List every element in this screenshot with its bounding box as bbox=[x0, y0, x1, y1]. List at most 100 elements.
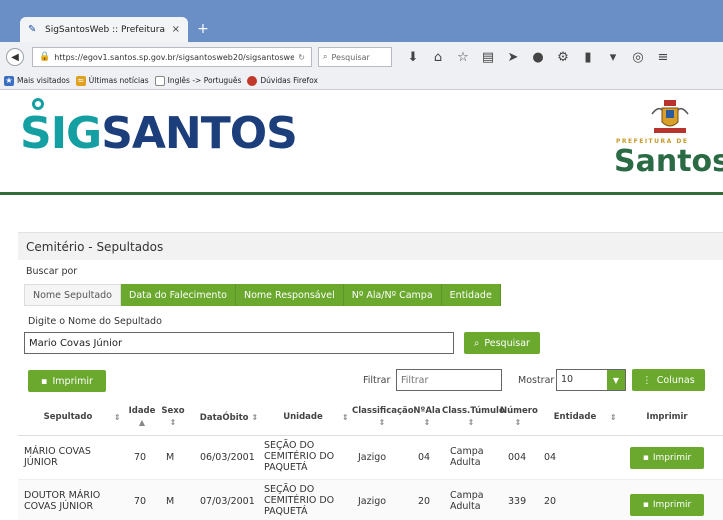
rss-icon: ≈ bbox=[75, 75, 86, 86]
santos-brand: Santos bbox=[614, 144, 723, 179]
col-imprimir: Imprimir bbox=[646, 412, 688, 422]
send-icon[interactable]: ➤ bbox=[506, 50, 520, 65]
home-icon[interactable]: ⌂ bbox=[431, 50, 445, 65]
mostrar-select[interactable]: 10 ▼ bbox=[556, 369, 626, 391]
address-bar[interactable]: 🔒 https://egov1.santos.sp.gov.br/sigsant… bbox=[32, 47, 312, 67]
col-idade[interactable]: Idade ▲ bbox=[128, 406, 156, 429]
cell-tumulo: Campa Adulta bbox=[450, 490, 484, 512]
logo-santos-text: SANTOS bbox=[101, 108, 298, 159]
row-imprimir-label: Imprimir bbox=[652, 453, 692, 463]
cell-tumulo: Campa Adulta bbox=[450, 446, 484, 468]
site-favicon-icon: ✎ bbox=[28, 24, 37, 35]
close-tab-icon[interactable]: × bbox=[172, 24, 180, 35]
sepultados-table: Sepultado ⇕ Idade ▲ Sexo ⇕ DataÓbito ⇕ Uni… bbox=[18, 400, 723, 520]
mostrar-label: Mostrar bbox=[518, 375, 555, 386]
firefox-icon bbox=[247, 75, 258, 86]
mostrar-value: 10 bbox=[561, 374, 574, 385]
bookmark-item[interactable]: Inglês -> Português bbox=[154, 75, 241, 86]
panel-title: Cemitério - Sepultados bbox=[18, 232, 723, 260]
tab-data-falecimento[interactable]: Data do Falecimento bbox=[121, 284, 236, 306]
sync-icon[interactable]: ◎ bbox=[631, 50, 645, 65]
cell-unidade: SEÇÃO DO CEMITÉRIO DO PAQUETÁ bbox=[264, 484, 335, 517]
library-icon[interactable]: ▤ bbox=[481, 50, 495, 65]
bookmark-item[interactable]: ★ Mais visitados bbox=[4, 75, 70, 86]
reload-icon[interactable]: ↻ bbox=[298, 53, 305, 62]
search-icon: ⌕ bbox=[323, 52, 328, 61]
cell-sexo: M bbox=[166, 496, 175, 507]
logo-sig-text: SIG bbox=[20, 108, 102, 159]
browser-nav-bar: ◀ 🔒 https://egov1.santos.sp.gov.br/sigsa… bbox=[0, 42, 723, 72]
col-data-obito[interactable]: DataÓbito ⇕ bbox=[194, 412, 264, 424]
cell-entidade: 20 bbox=[544, 496, 557, 507]
bookmark-label: Dúvidas Firefox bbox=[260, 76, 318, 85]
print-icon: ▪ bbox=[41, 375, 48, 387]
colunas-button[interactable]: ⋮ Colunas bbox=[632, 369, 705, 391]
tab-nome-sepultado[interactable]: Nome Sepultado bbox=[24, 284, 121, 306]
pesquisar-button[interactable]: ⌕ Pesquisar bbox=[464, 332, 540, 354]
sigsantos-logo[interactable]: SIGSANTOS bbox=[20, 108, 298, 159]
extension-icon[interactable]: ⚙ bbox=[556, 50, 570, 65]
cell-idade: 70 bbox=[134, 496, 147, 507]
cell-sexo: M bbox=[166, 452, 175, 463]
col-sepultado[interactable]: Sepultado bbox=[24, 412, 112, 423]
imprimir-label: Imprimir bbox=[52, 375, 93, 387]
browser-search-box[interactable]: ⌕ Pesquisar bbox=[318, 47, 392, 67]
city-crest-icon bbox=[651, 100, 689, 133]
lock-icon: 🔒 bbox=[39, 52, 51, 62]
row-imprimir-button[interactable]: ▪ Imprimir bbox=[630, 447, 704, 469]
toolbar-icons: ⬇ ⌂ ☆ ▤ ➤ ● ⚙ ▮ ▾ ◎ ≡ bbox=[406, 50, 670, 65]
cell-sepultado: DOUTOR MÁRIO COVAS JÚNIOR bbox=[24, 490, 101, 512]
cell-sepultado: MÁRIO COVAS JÚNIOR bbox=[24, 446, 91, 468]
clipboard-icon[interactable]: ▮ bbox=[581, 50, 595, 65]
new-tab-button[interactable]: + bbox=[194, 20, 212, 38]
sort-icon[interactable]: ⇕ bbox=[114, 412, 121, 423]
cell-data: 06/03/2001 bbox=[200, 452, 255, 463]
col-entidade[interactable]: Entidade bbox=[550, 412, 600, 423]
col-numero[interactable]: Número ⇕ bbox=[500, 406, 538, 429]
bookmark-item[interactable]: ≈ Últimas notícias bbox=[75, 75, 149, 86]
col-unidade[interactable]: Unidade bbox=[268, 412, 338, 423]
imprimir-button[interactable]: ▪ Imprimir bbox=[28, 370, 106, 392]
download-icon[interactable]: ⬇ bbox=[406, 50, 420, 65]
dropdown-icon[interactable]: ▾ bbox=[606, 50, 620, 65]
sort-icon[interactable]: ⇕ bbox=[342, 412, 349, 423]
table-row: MÁRIO COVAS JÚNIOR 70 M 06/03/2001 SEÇÃO… bbox=[18, 436, 723, 480]
site-header: SIGSANTOS PREFEITURA DE Santos bbox=[0, 90, 723, 195]
back-button[interactable]: ◀ bbox=[6, 48, 24, 66]
col-sexo[interactable]: Sexo ⇕ bbox=[160, 406, 186, 429]
tab-title: SigSantosWeb :: Prefeitura M... bbox=[45, 24, 168, 35]
browser-tab[interactable]: ✎ SigSantosWeb :: Prefeitura M... × bbox=[20, 17, 188, 42]
menu-icon[interactable]: ≡ bbox=[656, 50, 670, 65]
filtrar-label: Filtrar bbox=[363, 375, 391, 386]
page-icon bbox=[154, 75, 165, 86]
row-imprimir-button[interactable]: ▪ Imprimir bbox=[630, 494, 704, 516]
sort-icon: ⇕ bbox=[169, 418, 177, 427]
cell-entidade: 04 bbox=[544, 452, 557, 463]
row-imprimir-label: Imprimir bbox=[652, 500, 692, 510]
cell-data: 07/03/2001 bbox=[200, 496, 255, 507]
print-icon: ▪ bbox=[642, 500, 649, 510]
cell-idade: 70 bbox=[134, 452, 147, 463]
col-class-tumulo[interactable]: Class.Túmulo ⇕ bbox=[442, 406, 505, 429]
tab-nome-responsavel[interactable]: Nome Responsável bbox=[235, 284, 344, 306]
col-classificacao[interactable]: Classificação ⇕ bbox=[352, 406, 414, 429]
tab-entidade[interactable]: Entidade bbox=[441, 284, 501, 306]
name-search-input[interactable] bbox=[24, 332, 454, 354]
search-icon: ⌕ bbox=[474, 337, 480, 349]
bookmark-item[interactable]: Dúvidas Firefox bbox=[247, 75, 318, 86]
tab-ala-campa[interactable]: Nº Ala/Nº Campa bbox=[343, 284, 442, 306]
sort-icon[interactable]: ⇕ bbox=[610, 412, 617, 423]
table-header: Sepultado ⇕ Idade ▲ Sexo ⇕ DataÓbito ⇕ Uni… bbox=[18, 400, 723, 436]
name-field-label: Digite o Nome do Sepultado bbox=[28, 316, 162, 327]
bookmark-star-icon[interactable]: ☆ bbox=[456, 50, 470, 65]
url-text: https://egov1.santos.sp.gov.br/sigsantos… bbox=[54, 52, 295, 62]
print-icon: ▪ bbox=[642, 453, 649, 463]
buscar-por-label: Buscar por bbox=[26, 266, 78, 277]
chat-icon[interactable]: ● bbox=[531, 50, 545, 65]
table-row: DOUTOR MÁRIO COVAS JÚNIOR 70 M 07/03/200… bbox=[18, 480, 723, 520]
col-ala[interactable]: NºAla ⇕ bbox=[412, 406, 442, 429]
cell-numero: 004 bbox=[508, 452, 527, 463]
chevron-down-icon: ▼ bbox=[607, 370, 625, 390]
filtrar-input[interactable] bbox=[396, 369, 502, 391]
bookmarks-bar: ★ Mais visitados ≈ Últimas notícias Inglês… bbox=[0, 72, 723, 90]
